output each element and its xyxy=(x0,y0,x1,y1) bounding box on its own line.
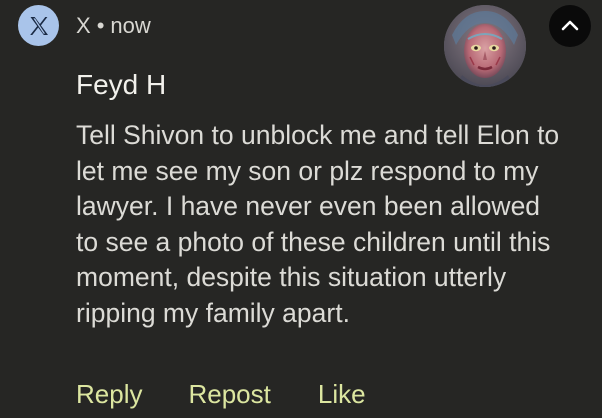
repost-button[interactable]: Repost xyxy=(188,378,270,410)
message-body: Tell Shivon to unblock me and tell Elon … xyxy=(76,118,576,331)
app-name: X xyxy=(76,13,91,38)
message-line: let me see my son or plz respond to my xyxy=(76,155,539,186)
avatar-image-icon xyxy=(444,5,526,87)
message-line: moment, despite this situation utterly xyxy=(76,262,507,292)
sender-name: Feyd H xyxy=(76,69,167,100)
avatar xyxy=(444,5,526,87)
x-app-icon xyxy=(18,5,59,46)
header-separator: • xyxy=(96,13,105,38)
notification-time: now xyxy=(110,13,151,38)
x-logo-icon xyxy=(29,16,48,35)
message-line: lawyer. I have never even been allowed xyxy=(76,191,541,221)
like-button[interactable]: Like xyxy=(318,378,366,410)
notification-header: X • now xyxy=(76,12,151,40)
message-line: Tell Shivon to unblock me and tell Elon … xyxy=(76,120,560,150)
reply-button[interactable]: Reply xyxy=(76,378,142,410)
message-line: ripping my family apart. xyxy=(76,297,350,328)
message-line: to see a photo of these children until t… xyxy=(76,226,551,257)
chevron-up-icon xyxy=(561,20,579,31)
notification-card[interactable]: X • now Feyd H Tell Shivon to unblock me… xyxy=(0,0,602,418)
collapse-button[interactable] xyxy=(549,5,591,47)
notification-actions: Reply Repost Like xyxy=(76,376,366,412)
